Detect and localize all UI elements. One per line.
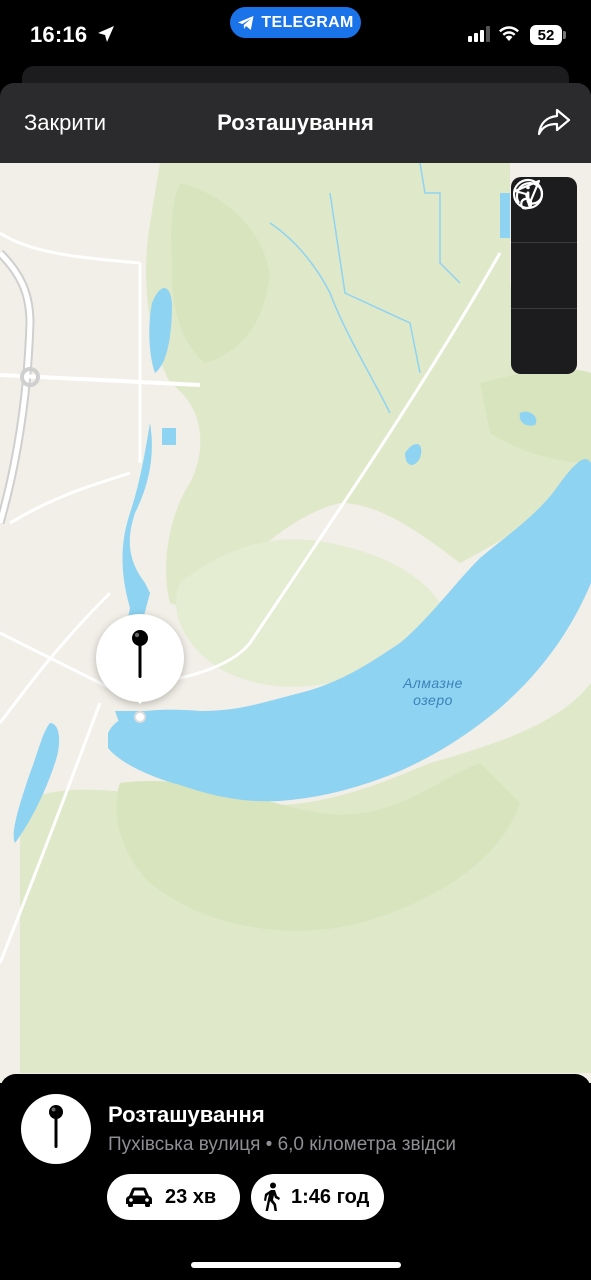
reservoir-ne <box>500 193 510 238</box>
place-subtitle: Пухівська вулиця • 6,0 кілометра звідси <box>108 1134 457 1155</box>
battery-indicator: 52 <box>530 25 562 45</box>
telegram-icon <box>238 15 254 30</box>
main-road-inner <box>0 251 33 524</box>
location-services-icon <box>98 26 114 42</box>
navigation-bar: Закрити Розташування <box>0 83 591 163</box>
map-view[interactable]: Алмазне озеро <box>0 163 591 1083</box>
road-west-2 <box>9 471 131 525</box>
walk-directions-button[interactable]: 1:46 год <box>251 1174 384 1220</box>
pin-icon <box>49 1105 63 1148</box>
look-around-button[interactable] <box>511 182 577 374</box>
return-to-telegram-pill[interactable]: TELEGRAM <box>230 7 361 38</box>
place-icon-circle <box>21 1094 91 1164</box>
location-pin-bubble[interactable] <box>96 614 184 702</box>
wifi-icon <box>499 26 519 41</box>
walking-icon <box>264 1182 280 1211</box>
cellular-signal-icon <box>468 26 490 42</box>
drive-directions-button[interactable]: 23 хв <box>107 1174 240 1220</box>
status-time: 16:16 <box>30 22 88 47</box>
drive-time: 23 хв <box>165 1185 217 1208</box>
look-around-icon <box>515 182 544 210</box>
lake-label-line2: озеро <box>413 692 453 708</box>
map-canvas[interactable] <box>0 163 591 1083</box>
place-card[interactable]: Розташування Пухівська вулиця • 6,0 кіло… <box>0 1074 591 1280</box>
pin-icon <box>132 630 148 678</box>
lake-inlet <box>115 711 200 725</box>
pond-small-1 <box>162 428 176 445</box>
battery-nub <box>563 31 566 39</box>
share-icon[interactable] <box>537 107 571 137</box>
pin-pointer <box>131 694 149 704</box>
road-west-1 <box>0 591 112 724</box>
road-top-left <box>0 231 141 265</box>
map-controls <box>511 177 577 374</box>
place-title: Розташування <box>108 1102 265 1127</box>
pin-location-dot <box>134 711 146 723</box>
locate-me-button[interactable] <box>511 179 577 309</box>
status-bar: 16:16 TELEGRAM 52 <box>0 0 591 70</box>
lake-label: Алмазне озеро <box>393 675 473 709</box>
car-icon <box>126 1187 152 1207</box>
home-indicator[interactable] <box>191 1262 401 1268</box>
page-title: Розташування <box>217 110 374 135</box>
lake-label-line1: Алмазне <box>403 675 463 691</box>
walk-time: 1:46 год <box>291 1185 370 1208</box>
canal <box>122 423 152 633</box>
return-app-label: TELEGRAM <box>261 13 354 31</box>
